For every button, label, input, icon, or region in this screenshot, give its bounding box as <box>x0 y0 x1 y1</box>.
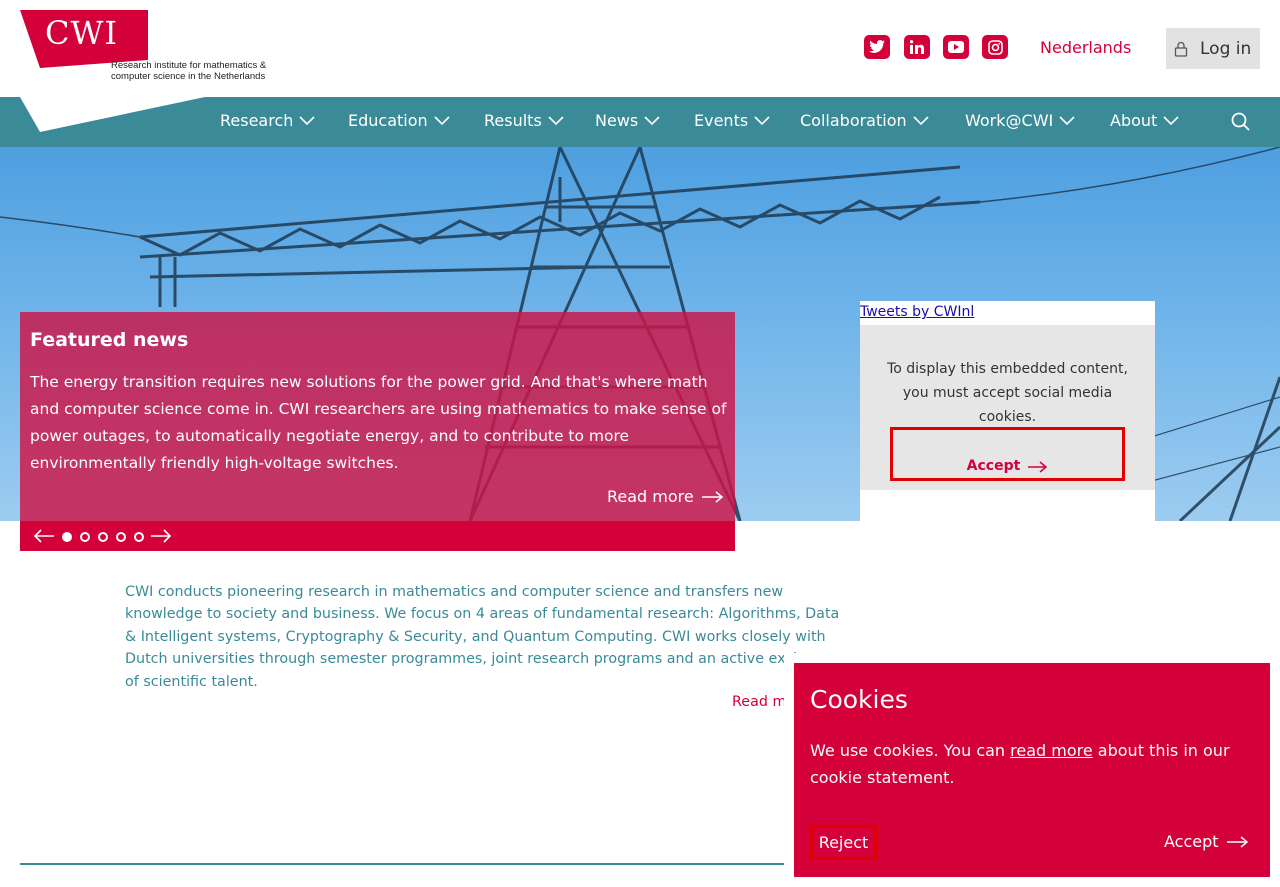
featured-read-more-label: Read more <box>607 487 694 506</box>
chevron-down-icon <box>1059 115 1075 125</box>
chevron-down-icon <box>1163 115 1179 125</box>
instagram-icon[interactable] <box>982 35 1008 59</box>
divider <box>20 863 784 865</box>
cookie-accept-button[interactable]: Accept <box>1164 832 1249 851</box>
logo-tail-shape <box>20 97 205 132</box>
arrow-right-icon[interactable] <box>151 528 173 544</box>
nav-research[interactable]: Research <box>220 111 315 130</box>
cookie-text-before: We use cookies. You can <box>810 741 1011 760</box>
cookie-panel: Cookies We use cookies. You can read mor… <box>794 663 1270 877</box>
arrow-right-icon <box>1226 835 1248 848</box>
logo-subtitle: Research institute for mathematics & com… <box>111 60 267 82</box>
social-consent-box: To display this embedded content, you mu… <box>860 325 1155 490</box>
linkedin-icon[interactable] <box>904 35 930 59</box>
logo-text: CWI <box>45 14 119 52</box>
nav-education-label: Education <box>348 111 428 130</box>
featured-heading: Featured news <box>30 329 189 351</box>
nav-work-at-cwi[interactable]: Work@CWI <box>965 111 1075 130</box>
slide-dot-1[interactable] <box>62 532 72 542</box>
tweets-embed: Tweets by CWInl To display this embedded… <box>860 301 1155 601</box>
slider-controls <box>20 521 735 551</box>
chevron-down-icon <box>644 115 660 125</box>
language-link[interactable]: Nederlands <box>1040 38 1131 57</box>
consent-text: To display this embedded content, you mu… <box>887 361 1128 425</box>
nav-about-label: About <box>1110 111 1158 130</box>
youtube-icon[interactable] <box>943 35 969 59</box>
site-header: CWI Research institute for mathematics &… <box>0 0 1280 97</box>
slide-dot-4[interactable] <box>116 532 126 542</box>
cookie-title: Cookies <box>810 685 908 714</box>
social-accept-label: Accept <box>966 458 1021 474</box>
featured-body: The energy transition requires new solut… <box>30 373 727 472</box>
cookie-read-more-link[interactable]: read more <box>1010 741 1093 760</box>
chevron-down-icon <box>754 115 770 125</box>
arrow-right-icon <box>1028 461 1048 473</box>
nav-research-label: Research <box>220 111 294 130</box>
nav-education[interactable]: Education <box>348 111 450 130</box>
slide-dot-5[interactable] <box>134 532 144 542</box>
nav-about[interactable]: About <box>1110 111 1179 130</box>
nav-collaboration[interactable]: Collaboration <box>800 111 929 130</box>
nav-results-label: Results <box>484 111 542 130</box>
nav-news[interactable]: News <box>595 111 660 130</box>
nav-work-label: Work@CWI <box>965 111 1054 130</box>
search-icon[interactable] <box>1231 112 1251 136</box>
nav-events[interactable]: Events <box>694 111 770 130</box>
slide-dot-2[interactable] <box>80 532 90 542</box>
nav-results[interactable]: Results <box>484 111 564 130</box>
arrow-right-icon <box>701 490 723 503</box>
intro-text: CWI conducts pioneering research in math… <box>125 584 840 690</box>
social-accept-button[interactable]: Accept <box>890 427 1125 481</box>
login-label: Log in <box>1200 38 1252 59</box>
tweets-link[interactable]: Tweets by CWInl <box>860 304 974 320</box>
arrow-left-icon[interactable] <box>33 528 55 544</box>
lock-icon <box>1174 41 1188 57</box>
nav-collaboration-label: Collaboration <box>800 111 907 130</box>
nav-events-label: Events <box>694 111 749 130</box>
cookie-text: We use cookies. You can read more about … <box>810 737 1260 791</box>
login-button[interactable]: Log in <box>1166 28 1260 69</box>
chevron-down-icon <box>434 115 450 125</box>
twitter-icon[interactable] <box>864 35 890 59</box>
chevron-down-icon <box>548 115 564 125</box>
featured-news-panel: Featured news The energy transition requ… <box>20 312 735 521</box>
slide-dot-3[interactable] <box>98 532 108 542</box>
chevron-down-icon <box>913 115 929 125</box>
featured-read-more-link[interactable]: Read more <box>607 487 724 506</box>
nav-news-label: News <box>595 111 639 130</box>
cookie-reject-button[interactable]: Reject <box>810 825 877 860</box>
chevron-down-icon <box>299 115 315 125</box>
cookie-accept-label: Accept <box>1164 832 1219 851</box>
